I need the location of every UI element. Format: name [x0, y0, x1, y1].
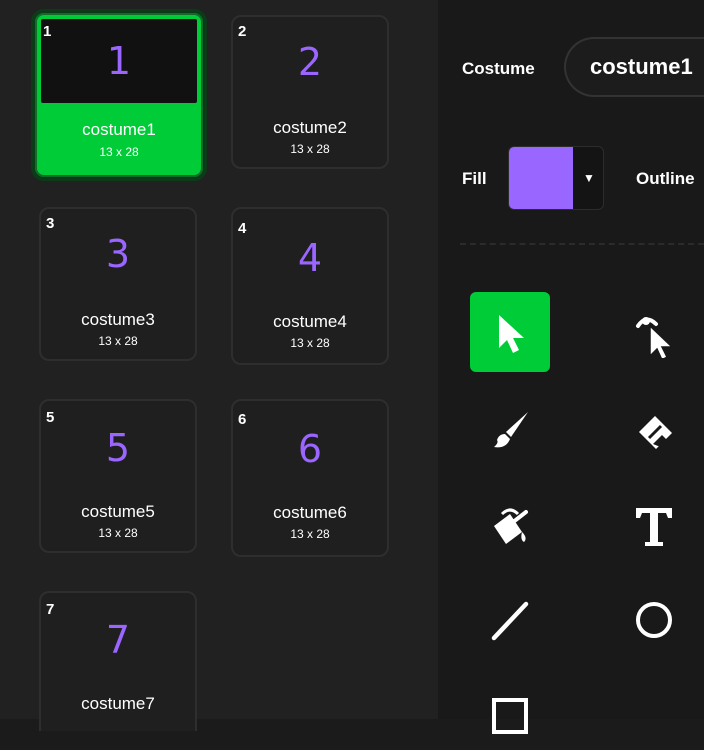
costume-name: costume4: [273, 312, 347, 331]
line-tool[interactable]: [470, 580, 550, 660]
line-icon: [491, 601, 529, 641]
reshape-icon: [636, 317, 674, 358]
paint-bucket-icon: [494, 508, 528, 544]
eraser-tool[interactable]: [614, 390, 694, 470]
eraser-icon: [639, 416, 672, 449]
costume-thumbnail: 6: [297, 427, 323, 471]
arrow-pointer-icon: [499, 315, 524, 353]
reshape-tool[interactable]: [614, 292, 694, 372]
costume-name: costume1: [82, 120, 156, 139]
brush-icon: [494, 412, 528, 448]
costume-tile-4[interactable]: 4 4 costume4 13 x 28: [231, 207, 389, 365]
text-icon: [636, 508, 672, 546]
costume-tile-7[interactable]: 7 7 costume7: [39, 591, 197, 731]
brush-tool[interactable]: [470, 390, 550, 470]
costume-thumbnail: 5: [105, 426, 131, 470]
costume-label: Costume: [462, 59, 535, 78]
paint-editor: Costume Fill ▼ Outline: [438, 0, 704, 734]
costume-name: costume6: [273, 503, 347, 522]
fill-color-swatch: [509, 147, 573, 209]
text-tool[interactable]: [614, 486, 694, 566]
costume-name-input[interactable]: [564, 37, 704, 97]
fill-label: Fill: [462, 169, 487, 188]
fill-tool[interactable]: [470, 486, 550, 566]
circle-tool[interactable]: [614, 580, 694, 660]
outline-label: Outline: [636, 169, 695, 188]
costume-thumbnail: 7: [105, 618, 131, 662]
costume-name: costume3: [81, 310, 155, 329]
costume-size: 13 x 28: [98, 526, 138, 540]
costume-name: costume7: [81, 694, 155, 713]
costume-tile-1[interactable]: 1 1 costume1 13 x 28: [31, 9, 207, 181]
costume-tile-6[interactable]: 6 6 costume6 13 x 28: [231, 399, 389, 557]
costume-size: 13 x 28: [290, 527, 330, 541]
costume-thumbnail: 3: [105, 232, 131, 276]
rectangle-icon: [492, 698, 528, 734]
fill-color-button[interactable]: ▼: [508, 146, 604, 210]
costume-list: 1 1 costume1 13 x 28 2 2 costume2 13 x 2…: [0, 0, 438, 731]
costume-name: costume2: [273, 118, 347, 137]
costume-tile-3[interactable]: 3 3 costume3 13 x 28: [39, 207, 197, 361]
costume-index: 1: [43, 23, 52, 40]
costume-thumbnail: 4: [297, 236, 323, 280]
caret-down-icon: ▼: [583, 171, 595, 185]
costume-name: costume5: [81, 502, 155, 521]
costume-thumbnail: 1: [41, 19, 197, 103]
costume-tile-5[interactable]: 5 5 costume5 13 x 28: [39, 399, 197, 553]
rectangle-tool[interactable]: [470, 670, 550, 750]
costume-thumbnail: 2: [297, 40, 323, 84]
costume-size: 13 x 28: [290, 142, 330, 156]
costume-size: 13 x 28: [98, 334, 138, 348]
costume-size: 13 x 28: [290, 336, 330, 350]
costume-size: 13 x 28: [99, 145, 139, 159]
costume-tile-2[interactable]: 2 2 costume2 13 x 28: [231, 15, 389, 169]
divider: [460, 243, 704, 245]
select-tool[interactable]: [470, 292, 550, 372]
circle-icon: [636, 602, 672, 638]
